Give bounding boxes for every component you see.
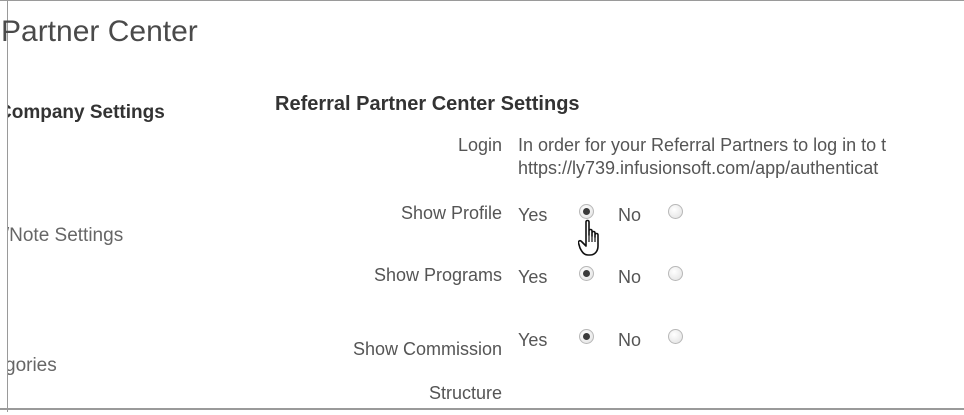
show-programs-yes-radio[interactable]	[579, 266, 594, 281]
yes-option-label: Yes	[518, 205, 548, 225]
sidebar-item-label: ot/Note Settings	[8, 225, 124, 246]
show-commission-no-radio[interactable]	[668, 329, 683, 344]
page-title-text: l Partner Center	[0, 15, 198, 48]
show-profile-label: Show Profile	[400, 203, 502, 223]
yes-option-label: Yes	[518, 267, 548, 287]
frame-top-border	[0, 0, 964, 1]
page-title: l Partner Center	[0, 14, 964, 50]
show-programs-no-radio[interactable]	[668, 266, 683, 281]
show-programs-label: Show Programs	[373, 265, 502, 285]
login-description: In order for your Referral Partners to l…	[518, 134, 964, 180]
no-option-label: No	[618, 330, 642, 350]
show-profile-yes-radio[interactable]	[579, 204, 594, 219]
no-option-label: No	[618, 205, 642, 225]
login-description-line: In order for your Referral Partners to l…	[518, 135, 887, 155]
show-profile-no-radio[interactable]	[668, 204, 683, 219]
section-heading: Referral Partner Center Settings	[275, 93, 580, 115]
sidebar-item-label: Company Settings	[8, 102, 165, 123]
no-option-label: No	[618, 267, 642, 287]
sidebar-item-company-settings[interactable]: Company Settings	[8, 102, 208, 124]
sidebar-item-note-settings[interactable]: ot/Note Settings	[8, 225, 208, 247]
yes-option-label: Yes	[518, 330, 548, 350]
login-url: https://ly739.infusionsoft.com/app/authe…	[518, 158, 879, 178]
sidebar-item-categories[interactable]: gories	[8, 355, 208, 377]
sidebar-item-label: gories	[8, 355, 57, 376]
login-label: Login	[457, 135, 502, 155]
frame-left-border	[7, 0, 8, 412]
hand-pointer-icon	[578, 219, 599, 256]
show-commission-yes-radio[interactable]	[579, 329, 594, 344]
show-commission-label: Show Commission Structure	[352, 339, 502, 403]
